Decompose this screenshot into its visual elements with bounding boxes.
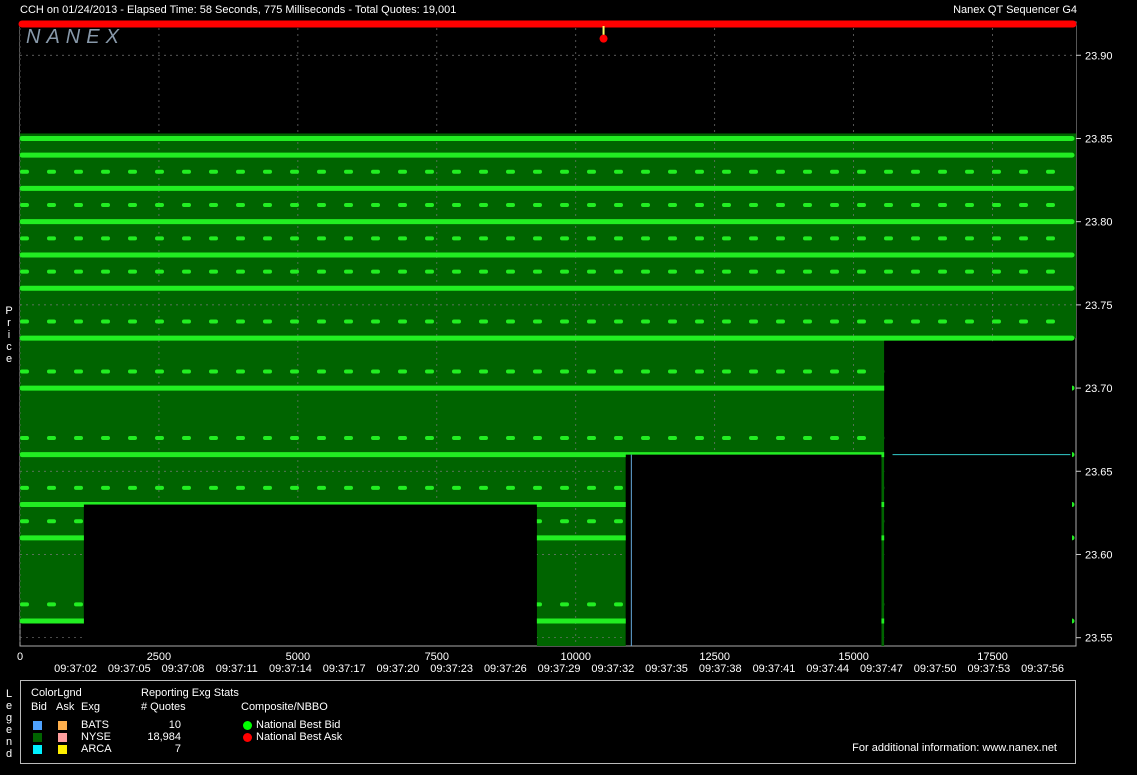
- y-tick-label: 23.90: [1085, 50, 1113, 62]
- bid-color-swatch: [33, 721, 42, 730]
- time-tick-label: 09:37:26: [484, 663, 527, 675]
- exchange-name: NYSE: [81, 731, 111, 743]
- exchange-quote-count: 10: [168, 719, 181, 731]
- y-tick-label: 23.60: [1085, 549, 1113, 561]
- time-tick-label: 09:37:32: [591, 663, 634, 675]
- side-label-letter: e: [5, 700, 13, 712]
- time-tick-label: 09:37:50: [914, 663, 957, 675]
- y-tick-label: 23.70: [1085, 383, 1113, 395]
- footer-link[interactable]: For additional information: www.nanex.ne…: [852, 742, 1057, 754]
- ask-color-swatch: [58, 721, 67, 730]
- nbbo-label: National Best Ask: [256, 731, 343, 743]
- nanex-watermark: NANEX: [26, 26, 125, 48]
- side-label-letter: d: [5, 748, 13, 760]
- time-tick-label: 09:37:56: [1021, 663, 1064, 675]
- ask-spike-point: [599, 34, 608, 43]
- side-label-letter: n: [5, 736, 13, 748]
- x-tick-label: 2500: [147, 651, 171, 663]
- quotes-header: # Quotes: [141, 701, 186, 713]
- x-tick-label: 17500: [977, 651, 1008, 663]
- side-label-letter: L: [5, 688, 13, 700]
- below-bid-mask: [83, 504, 537, 645]
- y-tick-label: 23.85: [1085, 133, 1113, 145]
- legend-panel: ColorLgnd Bid Ask Exg Reporting Exg Stat…: [20, 680, 1076, 764]
- bid-color-swatch: [33, 733, 42, 742]
- quote-chart: 23.90 23.85 23.80 23.75 23.70 23.65 23.60 23.55…: [17, 20, 1113, 675]
- spread-top-mask: [20, 22, 1076, 134]
- time-tick-label: 09:37:35: [645, 663, 688, 675]
- x-tick-label: 15000: [838, 651, 869, 663]
- color-legend-title: ColorLgnd: [31, 687, 82, 699]
- below-bid-mask: [884, 341, 1072, 645]
- nbbo-color-dot: [243, 721, 252, 730]
- ask-header: Ask: [56, 701, 75, 713]
- composite-title: Composite/NBBO: [241, 701, 328, 713]
- nbbo-label: National Best Bid: [256, 719, 341, 731]
- time-tick-label: 09:37:38: [699, 663, 742, 675]
- y-tick-label: 23.55: [1085, 633, 1113, 645]
- time-tick-label: 09:37:23: [430, 663, 473, 675]
- y-tick-label: 23.80: [1085, 217, 1113, 229]
- exchange-quote-count: 18,984: [147, 731, 181, 743]
- ask-color-swatch: [58, 733, 67, 742]
- exchange-name: ARCA: [81, 743, 112, 755]
- side-label-letter: c: [6, 341, 12, 353]
- ask-color-swatch: [58, 745, 67, 754]
- time-tick-label: 09:37:41: [753, 663, 796, 675]
- bid-header: Bid: [31, 701, 47, 713]
- time-tick-label: 09:37:29: [538, 663, 581, 675]
- time-tick-label: 09:37:47: [860, 663, 903, 675]
- time-tick-label: 09:37:17: [323, 663, 366, 675]
- x-tick-label: 10000: [560, 651, 591, 663]
- time-tick-label: 09:37:05: [108, 663, 151, 675]
- time-tick-label: 09:37:14: [269, 663, 312, 675]
- bid-color-swatch: [33, 745, 42, 754]
- x-tick-label: 7500: [425, 651, 449, 663]
- y-tick-label: 23.65: [1085, 466, 1113, 478]
- side-label-letter: g: [5, 712, 13, 724]
- exchange-name: BATS: [81, 719, 109, 731]
- time-tick-label: 09:37:44: [806, 663, 849, 675]
- x-tick-label: 12500: [699, 651, 730, 663]
- time-tick-label: 09:37:53: [967, 663, 1010, 675]
- side-label-letter: e: [5, 353, 13, 365]
- x-tick-label: 0: [17, 651, 23, 663]
- time-tick-label: 09:37:11: [216, 663, 258, 675]
- side-label-letter: e: [5, 724, 13, 736]
- nbbo-color-dot: [243, 733, 252, 742]
- y-tick-label: 23.75: [1085, 300, 1113, 312]
- time-tick-label: 09:37:08: [162, 663, 205, 675]
- time-tick-label: 09:37:02: [54, 663, 97, 675]
- side-label-letter: i: [7, 329, 11, 341]
- below-bid-mask: [625, 454, 882, 645]
- side-label-letter: P: [5, 305, 13, 317]
- side-label-letter: r: [7, 317, 11, 329]
- time-tick-label: 09:37:20: [377, 663, 420, 675]
- exg-header: Exg: [81, 701, 100, 713]
- exchange-quote-count: 7: [174, 743, 181, 755]
- x-tick-label: 5000: [286, 651, 310, 663]
- stats-title: Reporting Exg Stats: [141, 687, 239, 699]
